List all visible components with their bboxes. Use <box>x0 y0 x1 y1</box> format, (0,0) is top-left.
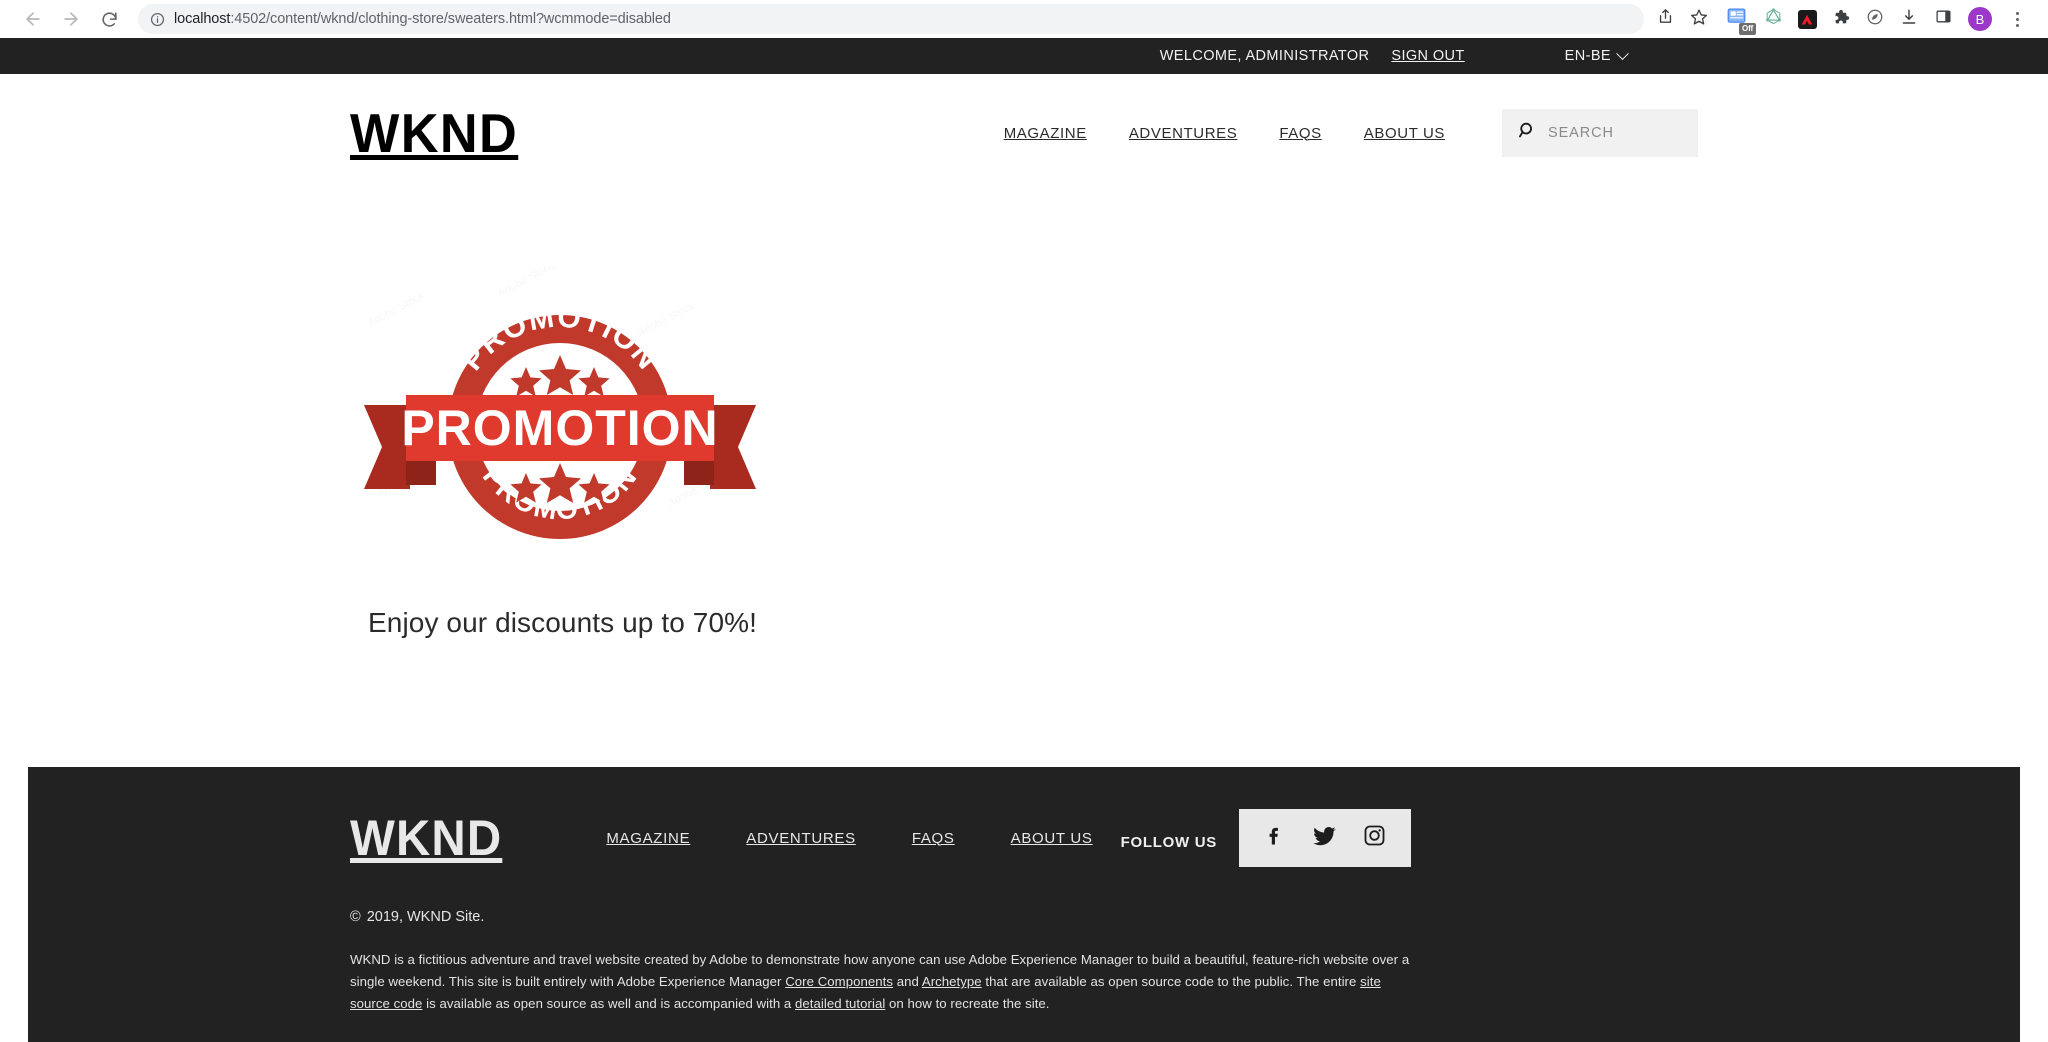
avatar: B <box>1968 7 1992 31</box>
side-panel-button[interactable] <box>1926 2 1960 36</box>
address-bar-text: localhost:4502/content/wknd/clothing-sto… <box>174 11 671 27</box>
search-input[interactable]: SEARCH <box>1548 125 1614 141</box>
copyright-text: 2019, WKND Site. <box>366 909 485 925</box>
svg-text:Adobe Stock: Adobe Stock <box>496 267 557 300</box>
url-host: localhost <box>174 11 231 27</box>
footer-nav-about-us[interactable]: ABOUT US <box>983 830 1121 847</box>
instagram-icon <box>1363 824 1386 852</box>
extensions-puzzle-icon <box>1832 8 1850 31</box>
site-header: WKND MAGAZINE ADVENTURES FAQS ABOUT US S… <box>0 74 2048 192</box>
follow-us-block: FOLLOW US <box>1121 809 2048 867</box>
extension-off-button[interactable]: Off <box>1716 2 1756 36</box>
facebook-link[interactable] <box>1264 824 1286 853</box>
detailed-tutorial-link[interactable]: detailed tutorial <box>795 996 885 1011</box>
copyright-symbol: © <box>350 909 361 925</box>
svg-text:Adobe Stock: Adobe Stock <box>636 300 697 340</box>
follow-us-label: FOLLOW US <box>1120 834 1217 851</box>
downloads-button[interactable] <box>1892 2 1926 36</box>
main-content: Adobe Stock Adobe Stock Adobe Stock Adob… <box>0 192 2048 639</box>
promotion-block: Adobe Stock Adobe Stock Adobe Stock Adob… <box>350 267 770 639</box>
legal-p1-part4: is available as open source as well and … <box>422 996 796 1012</box>
adobe-button[interactable] <box>1790 2 1824 36</box>
archetype-link[interactable]: Archetype <box>922 974 982 989</box>
facebook-icon <box>1264 824 1286 853</box>
footer-logo[interactable]: WKND <box>350 813 502 863</box>
leaf-icon <box>1866 8 1884 31</box>
share-icon <box>1657 8 1674 30</box>
legal-p1-part5: on how to recreate the site. <box>885 996 1050 1012</box>
back-button[interactable] <box>14 0 52 38</box>
search-icon[interactable] <box>1518 121 1537 145</box>
graphql-button[interactable] <box>1756 2 1790 36</box>
reload-button[interactable] <box>90 0 128 38</box>
nav-item-magazine[interactable]: MAGAZINE <box>983 125 1108 142</box>
language-label: EN-BE <box>1564 48 1611 64</box>
footer-nav-adventures[interactable]: ADVENTURES <box>718 830 884 847</box>
three-dot-menu-icon <box>2015 11 2019 27</box>
legal-paragraph-1: WKND is a fictitious adventure and trave… <box>350 949 1418 1016</box>
adobe-icon <box>1797 9 1817 29</box>
bookmark-star-icon <box>1690 8 1708 31</box>
address-bar[interactable]: localhost:4502/content/wknd/clothing-sto… <box>138 4 1644 34</box>
promotion-caption: Enjoy our discounts up to 70%! <box>368 607 758 638</box>
copyright-line: © 2019, WKND Site. <box>350 909 1418 925</box>
extensions-button[interactable] <box>1824 2 1858 36</box>
graphql-icon <box>1764 7 1783 31</box>
reload-icon <box>100 10 119 29</box>
page-viewport: WELCOME, ADMINISTRATOR SIGN OUT EN-BE WK… <box>0 38 2048 1042</box>
footer-nav-faqs[interactable]: FAQS <box>884 830 983 847</box>
svg-text:PROMOTION: PROMOTION <box>401 400 718 456</box>
sign-out-link[interactable]: SIGN OUT <box>1391 48 1464 64</box>
promotion-stamp-image: Adobe Stock Adobe Stock Adobe Stock Adob… <box>364 267 756 545</box>
search-box[interactable]: SEARCH <box>1502 109 1698 157</box>
language-selector[interactable]: EN-BE <box>1564 46 2047 64</box>
nav-item-faqs[interactable]: FAQS <box>1258 125 1342 142</box>
url-path: :4502/content/wknd/clothing-store/sweate… <box>230 11 671 27</box>
back-arrow-icon <box>23 9 43 29</box>
main-navigation: MAGAZINE ADVENTURES FAQS ABOUT US <box>983 125 1466 142</box>
bookmark-button[interactable] <box>1682 2 1716 36</box>
browser-extension-icons: Off B <box>1648 2 2034 36</box>
legal-p1-part3: that are available as open source code t… <box>981 974 1361 990</box>
leaf-button[interactable] <box>1858 2 1892 36</box>
instagram-link[interactable] <box>1363 824 1386 852</box>
forward-arrow-icon <box>61 9 81 29</box>
browser-menu-button[interactable] <box>2000 2 2034 36</box>
download-icon <box>1900 8 1918 31</box>
site-logo[interactable]: WKND <box>350 105 518 161</box>
footer-top-row: WKND MAGAZINE ADVENTURES FAQS ABOUT US F… <box>28 767 2020 867</box>
core-components-link[interactable]: Core Components <box>785 974 893 989</box>
chevron-down-icon <box>1616 46 1629 60</box>
social-icons-panel <box>1238 809 1411 867</box>
footer-nav-magazine[interactable]: MAGAZINE <box>578 830 718 847</box>
info-circle-icon[interactable] <box>150 12 165 27</box>
browser-toolbar: localhost:4502/content/wknd/clothing-sto… <box>0 0 2048 38</box>
nav-item-adventures[interactable]: ADVENTURES <box>1108 125 1259 142</box>
extension-off-badge: Off <box>1739 23 1756 35</box>
legal-p1-part2: and <box>893 974 922 990</box>
svg-text:Adobe Stock: Adobe Stock <box>366 290 427 330</box>
profile-button[interactable]: B <box>1960 2 2000 36</box>
footer-legal: © 2019, WKND Site. WKND is a fictitious a… <box>28 867 1418 1042</box>
welcome-message: WELCOME, ADMINISTRATOR <box>1159 48 1370 64</box>
legal-paragraph-2: Many of the beautiful images in the WKND… <box>350 1038 1418 1042</box>
nav-item-about-us[interactable]: ABOUT US <box>1343 125 1466 142</box>
footer-navigation: MAGAZINE ADVENTURES FAQS ABOUT US <box>578 830 1120 847</box>
side-panel-icon <box>1935 8 1952 30</box>
site-footer: WKND MAGAZINE ADVENTURES FAQS ABOUT US F… <box>28 767 2020 1042</box>
twitter-icon <box>1312 824 1337 853</box>
utility-bar: WELCOME, ADMINISTRATOR SIGN OUT EN-BE <box>0 38 2048 74</box>
forward-button[interactable] <box>52 0 90 38</box>
share-button[interactable] <box>1648 2 1682 36</box>
twitter-link[interactable] <box>1312 824 1337 853</box>
